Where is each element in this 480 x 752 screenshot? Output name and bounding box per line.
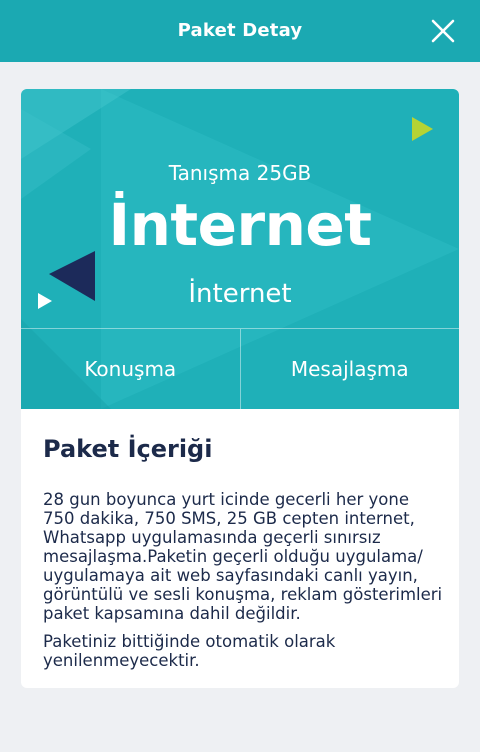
package-tabs: Konuşma Mesajlaşma (21, 328, 459, 409)
tab-mesajlasma[interactable]: Mesajlaşma (239, 329, 460, 409)
package-card: Tanışma 25GB İnternet İnternet Konuşma M… (21, 89, 459, 688)
top-bar: Paket Detay (0, 0, 480, 62)
close-icon (431, 19, 455, 43)
package-hero: Tanışma 25GB İnternet İnternet Konuşma M… (21, 89, 459, 409)
page-title: Paket Detay (177, 20, 303, 41)
package-headline: İnternet (108, 191, 372, 259)
package-subtitle: İnternet (188, 279, 292, 309)
details-paragraph: Paketiniz bittiğinde otomatik olarak yen… (43, 632, 336, 670)
package-name: Tanışma 25GB (168, 161, 312, 185)
play-icon-green (412, 117, 433, 141)
close-button[interactable] (428, 16, 458, 46)
details-paragraph: 28 gun boyunca yurt icinde gecerli her y… (43, 490, 443, 623)
tab-konusma[interactable]: Konuşma (21, 329, 240, 409)
package-details: Paket İçeriği 28 gun boyunca yurt icinde… (43, 435, 443, 670)
details-title: Paket İçeriği (43, 435, 213, 463)
